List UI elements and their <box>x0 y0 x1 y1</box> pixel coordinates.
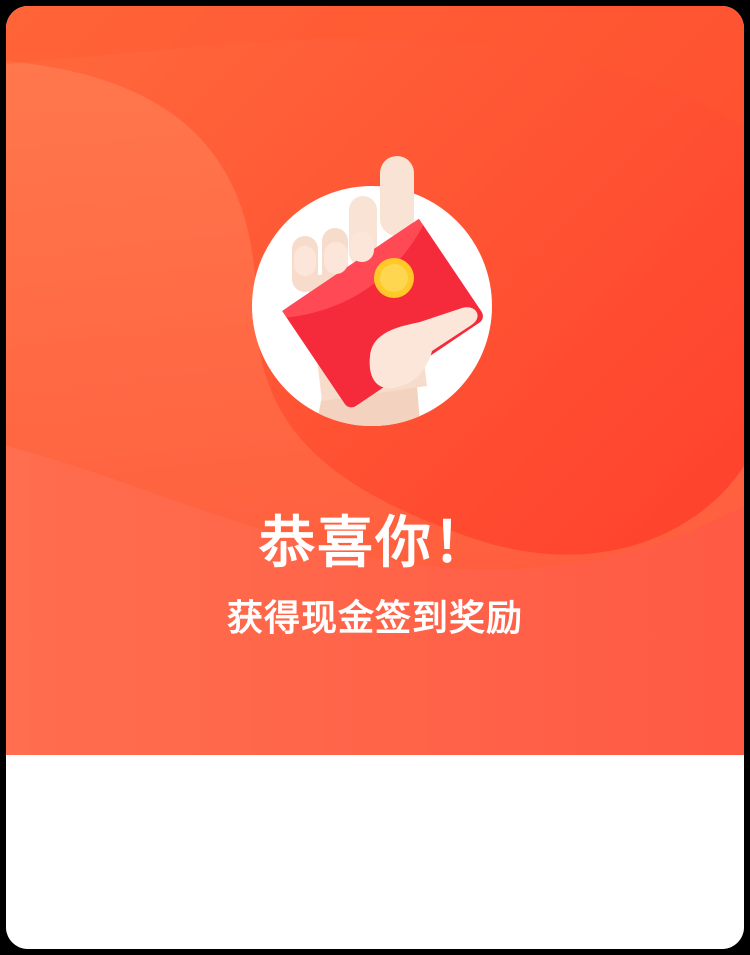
congrats-title: 恭喜你！ <box>259 511 491 576</box>
dialog-bottom-panel <box>6 755 744 949</box>
reward-dialog: 恭喜你！ 获得现金签到奖励 <box>6 6 744 949</box>
reward-subtitle: 获得现金签到奖励 <box>226 598 523 639</box>
hand-holding-red-envelope-icon <box>252 156 492 426</box>
reward-hero-banner: 恭喜你！ 获得现金签到奖励 <box>6 6 744 755</box>
